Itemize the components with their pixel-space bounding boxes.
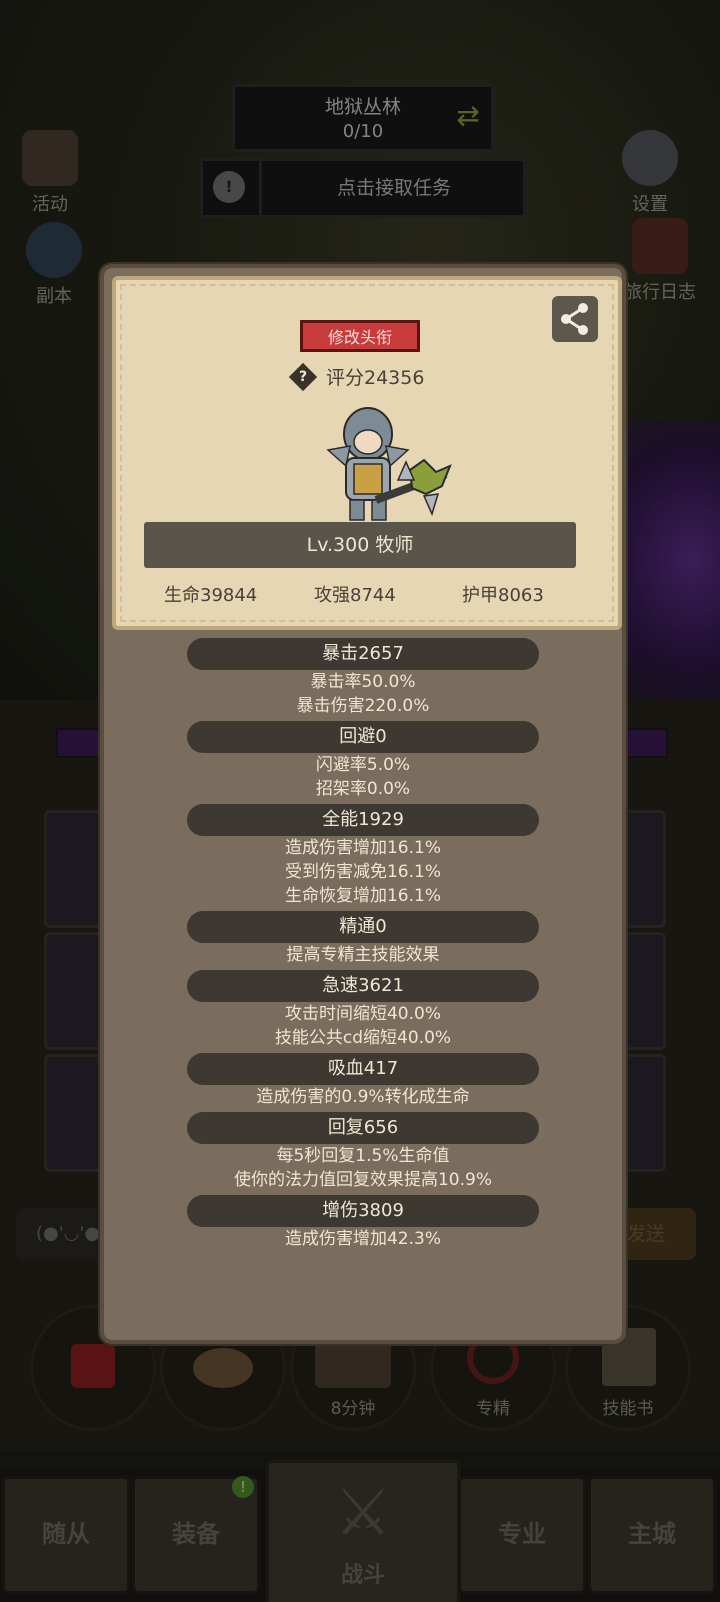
level-class-bar: Lv.300 牧师 xyxy=(144,522,576,568)
attribute-detail: 造成伤害增加42.3% xyxy=(284,1229,441,1249)
attribute-detail: 技能公共cd缩短40.0% xyxy=(274,1028,452,1048)
attribute-header: 精通0 xyxy=(187,911,539,943)
edit-title-button[interactable]: 修改头衔 xyxy=(300,320,420,352)
share-button[interactable] xyxy=(552,296,598,342)
attribute-detail: 使你的法力值回复效果提高10.9% xyxy=(233,1170,492,1190)
attribute-detail: 攻击时间缩短40.0% xyxy=(284,1004,441,1024)
attribute-detail: 受到伤害减免16.1% xyxy=(284,862,441,882)
share-icon xyxy=(561,303,588,335)
attribute-detail: 造成伤害增加16.1% xyxy=(284,838,441,858)
character-card: 修改头衔 ? 评分24356 Lv.300 牧师 生命39844 攻强8744 xyxy=(112,276,622,630)
attribute-header: 吸血417 xyxy=(187,1053,539,1085)
attribute-header: 急速3621 xyxy=(187,970,539,1002)
character-stats-panel: 修改头衔 ? 评分24356 Lv.300 牧师 生命39844 攻强8744 xyxy=(100,264,626,1344)
attribute-header: 增伤3809 xyxy=(187,1195,539,1227)
attribute-header: 暴击2657 xyxy=(187,638,539,670)
attack-stat: 攻强8744 xyxy=(314,585,396,606)
attribute-detail: 提高专精主技能效果 xyxy=(286,945,440,965)
core-stats-row: 生命39844 攻强8744 护甲8063 xyxy=(116,580,618,612)
attribute-header: 全能1929 xyxy=(187,804,539,836)
attribute-detail: 生命恢复增加16.1% xyxy=(284,886,441,906)
score-value: 评分24356 xyxy=(326,367,425,389)
attribute-header: 回复656 xyxy=(187,1112,539,1144)
character-avatar xyxy=(326,407,452,521)
question-icon[interactable]: ? xyxy=(288,362,318,392)
attribute-detail: 暴击率50.0% xyxy=(310,672,416,692)
attribute-detail: 暴击伤害220.0% xyxy=(296,696,430,716)
attribute-detail: 闪避率5.0% xyxy=(315,755,411,775)
attribute-detail: 每5秒回复1.5%生命值 xyxy=(276,1146,450,1166)
hp-stat: 生命39844 xyxy=(164,585,258,606)
attribute-header: 回避0 xyxy=(187,721,539,753)
attribute-list: 暴击2657 暴击率50.0% 暴击伤害220.0% 回避0 闪避率5.0% 招架率0.0… xyxy=(104,638,622,1254)
attribute-detail: 招架率0.0% xyxy=(315,779,411,799)
attribute-detail: 造成伤害的0.9%转化成生命 xyxy=(256,1087,470,1107)
armor-stat: 护甲8063 xyxy=(462,585,544,606)
